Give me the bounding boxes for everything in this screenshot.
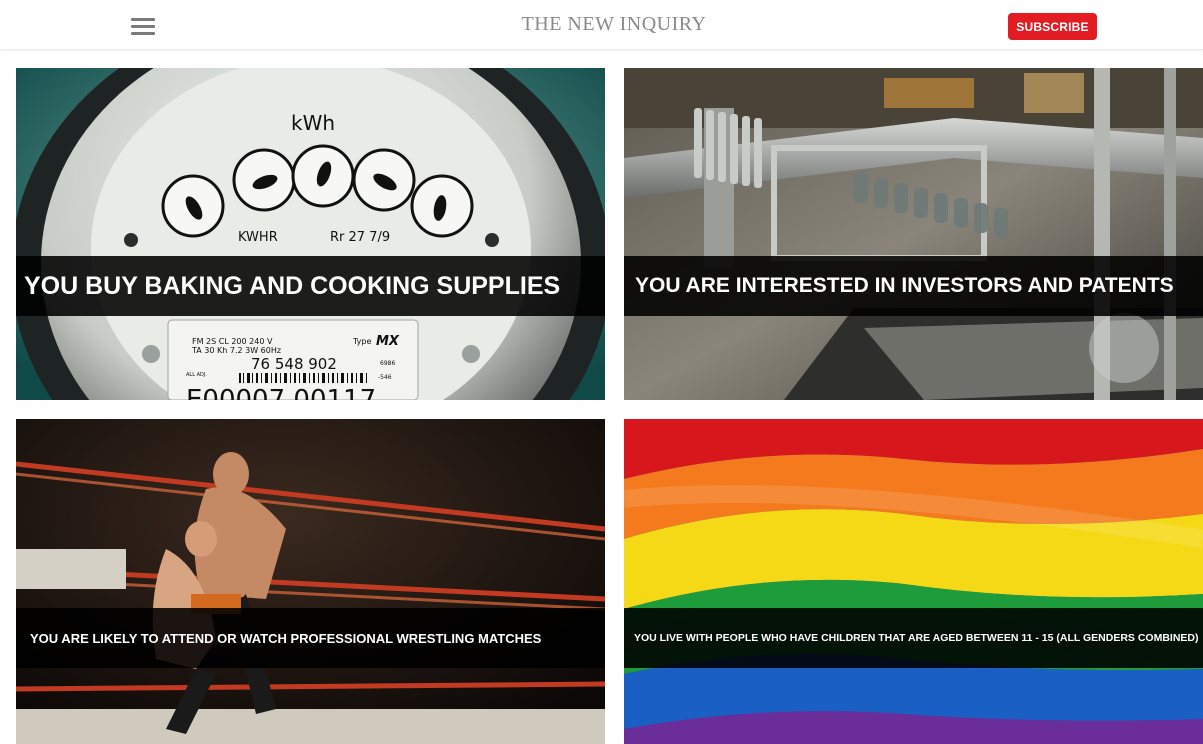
top-navigation-bar: THE NEW INQUIRY SUBSCRIBE	[0, 0, 1203, 50]
svg-text:TA 30 Kh 7.2 3W 60Hz: TA 30 Kh 7.2 3W 60Hz	[191, 346, 281, 355]
electric-meter-photo: kWh KWHR Rr 27 7/9 FM 2S CL 200 240 V TA…	[16, 68, 605, 400]
card-caption[interactable]: YOU LIVE WITH PEOPLE WHO HAVE CHILDREN T…	[624, 608, 1203, 668]
article-card-investors-patents[interactable]: YOU ARE INTERESTED IN INVESTORS AND PATE…	[624, 68, 1203, 400]
svg-text:Rr 27 7/9: Rr 27 7/9	[330, 230, 390, 245]
svg-text:KWHR: KWHR	[238, 230, 278, 245]
svg-text:FM 2S CL 200 240 V: FM 2S CL 200 240 V	[192, 337, 273, 346]
card-caption[interactable]: YOU ARE LIKELY TO ATTEND OR WATCH PROFES…	[16, 608, 605, 668]
rainbow-flag-photo	[624, 419, 1203, 744]
article-card-children-age[interactable]: YOU LIVE WITH PEOPLE WHO HAVE CHILDREN T…	[624, 419, 1203, 744]
meter-unit-label: kWh	[291, 111, 335, 135]
svg-text:ALL ADJ.: ALL ADJ.	[186, 372, 207, 378]
svg-text:6986: 6986	[380, 360, 395, 367]
article-card-wrestling[interactable]: YOU ARE LIKELY TO ATTEND OR WATCH PROFES…	[16, 419, 605, 744]
svg-text:-546: -546	[378, 374, 392, 381]
svg-text:E00007 00117: E00007 00117	[186, 385, 376, 400]
subscribe-button[interactable]: SUBSCRIBE	[1008, 13, 1097, 40]
svg-text:MX: MX	[376, 334, 400, 349]
factory-bottling-line-photo	[624, 68, 1203, 400]
article-card-baking-supplies[interactable]: kWh KWHR Rr 27 7/9 FM 2S CL 200 240 V TA…	[16, 68, 605, 400]
wrestling-ring-photo	[16, 419, 605, 744]
svg-text:76 548 902: 76 548 902	[251, 355, 337, 373]
card-caption[interactable]: YOU ARE INTERESTED IN INVESTORS AND PATE…	[624, 256, 1203, 316]
svg-text:Type: Type	[352, 337, 371, 346]
card-caption[interactable]: YOU BUY BAKING AND COOKING SUPPLIES	[16, 256, 605, 316]
